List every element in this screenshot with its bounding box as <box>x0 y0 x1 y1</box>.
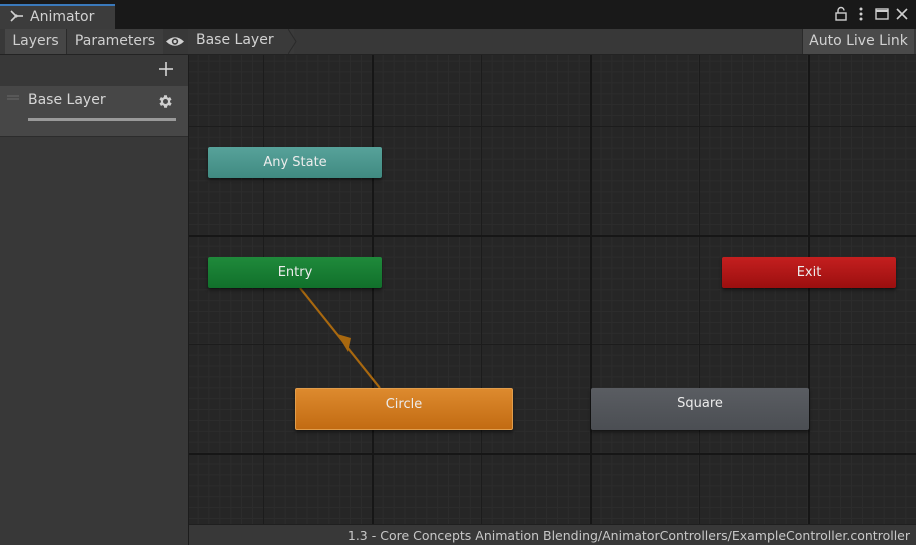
layer-name: Base Layer <box>28 92 106 108</box>
more-vert-icon[interactable] <box>853 6 869 22</box>
layer-weight-bar <box>28 118 176 121</box>
state-square[interactable]: Square <box>591 388 809 430</box>
layer-item-base-layer[interactable]: Base Layer <box>0 86 188 137</box>
transitions-layer <box>299 287 381 389</box>
close-icon[interactable] <box>894 6 910 22</box>
window-title-bar: Animator <box>0 0 916 29</box>
layers-panel: Base Layer <box>0 55 189 545</box>
maximize-icon[interactable] <box>874 6 890 22</box>
gear-icon[interactable] <box>157 93 174 110</box>
status-bar: 1.3 - Core Concepts Animation Blending/A… <box>189 524 916 545</box>
state-circle[interactable]: Circle <box>295 388 513 430</box>
state-entry[interactable]: Entry <box>208 257 382 288</box>
animator-window-tab[interactable]: Animator <box>0 4 115 29</box>
plus-icon[interactable] <box>156 59 176 79</box>
auto-live-link-button[interactable]: Auto Live Link <box>802 29 914 54</box>
lock-icon[interactable] <box>833 6 849 22</box>
tab-parameters[interactable]: Parameters <box>67 29 163 54</box>
drag-handle-icon[interactable] <box>7 95 19 101</box>
animator-toolbar: Layers Parameters Base Layer Auto Live L… <box>0 29 916 55</box>
breadcrumb[interactable]: Base Layer <box>188 29 297 54</box>
state-machine-graph[interactable]: Any State Entry Exit Circle Square <box>189 55 916 524</box>
breadcrumb-arrow-icon <box>288 29 297 54</box>
breadcrumb-base-layer[interactable]: Base Layer <box>196 32 274 48</box>
state-any-state[interactable]: Any State <box>208 147 382 178</box>
controller-path: 1.3 - Core Concepts Animation Blending/A… <box>347 528 910 543</box>
eye-icon[interactable] <box>163 29 187 54</box>
state-exit[interactable]: Exit <box>722 257 896 288</box>
window-title: Animator <box>30 9 95 25</box>
animator-icon <box>10 10 23 22</box>
tab-layers[interactable]: Layers <box>5 29 67 54</box>
